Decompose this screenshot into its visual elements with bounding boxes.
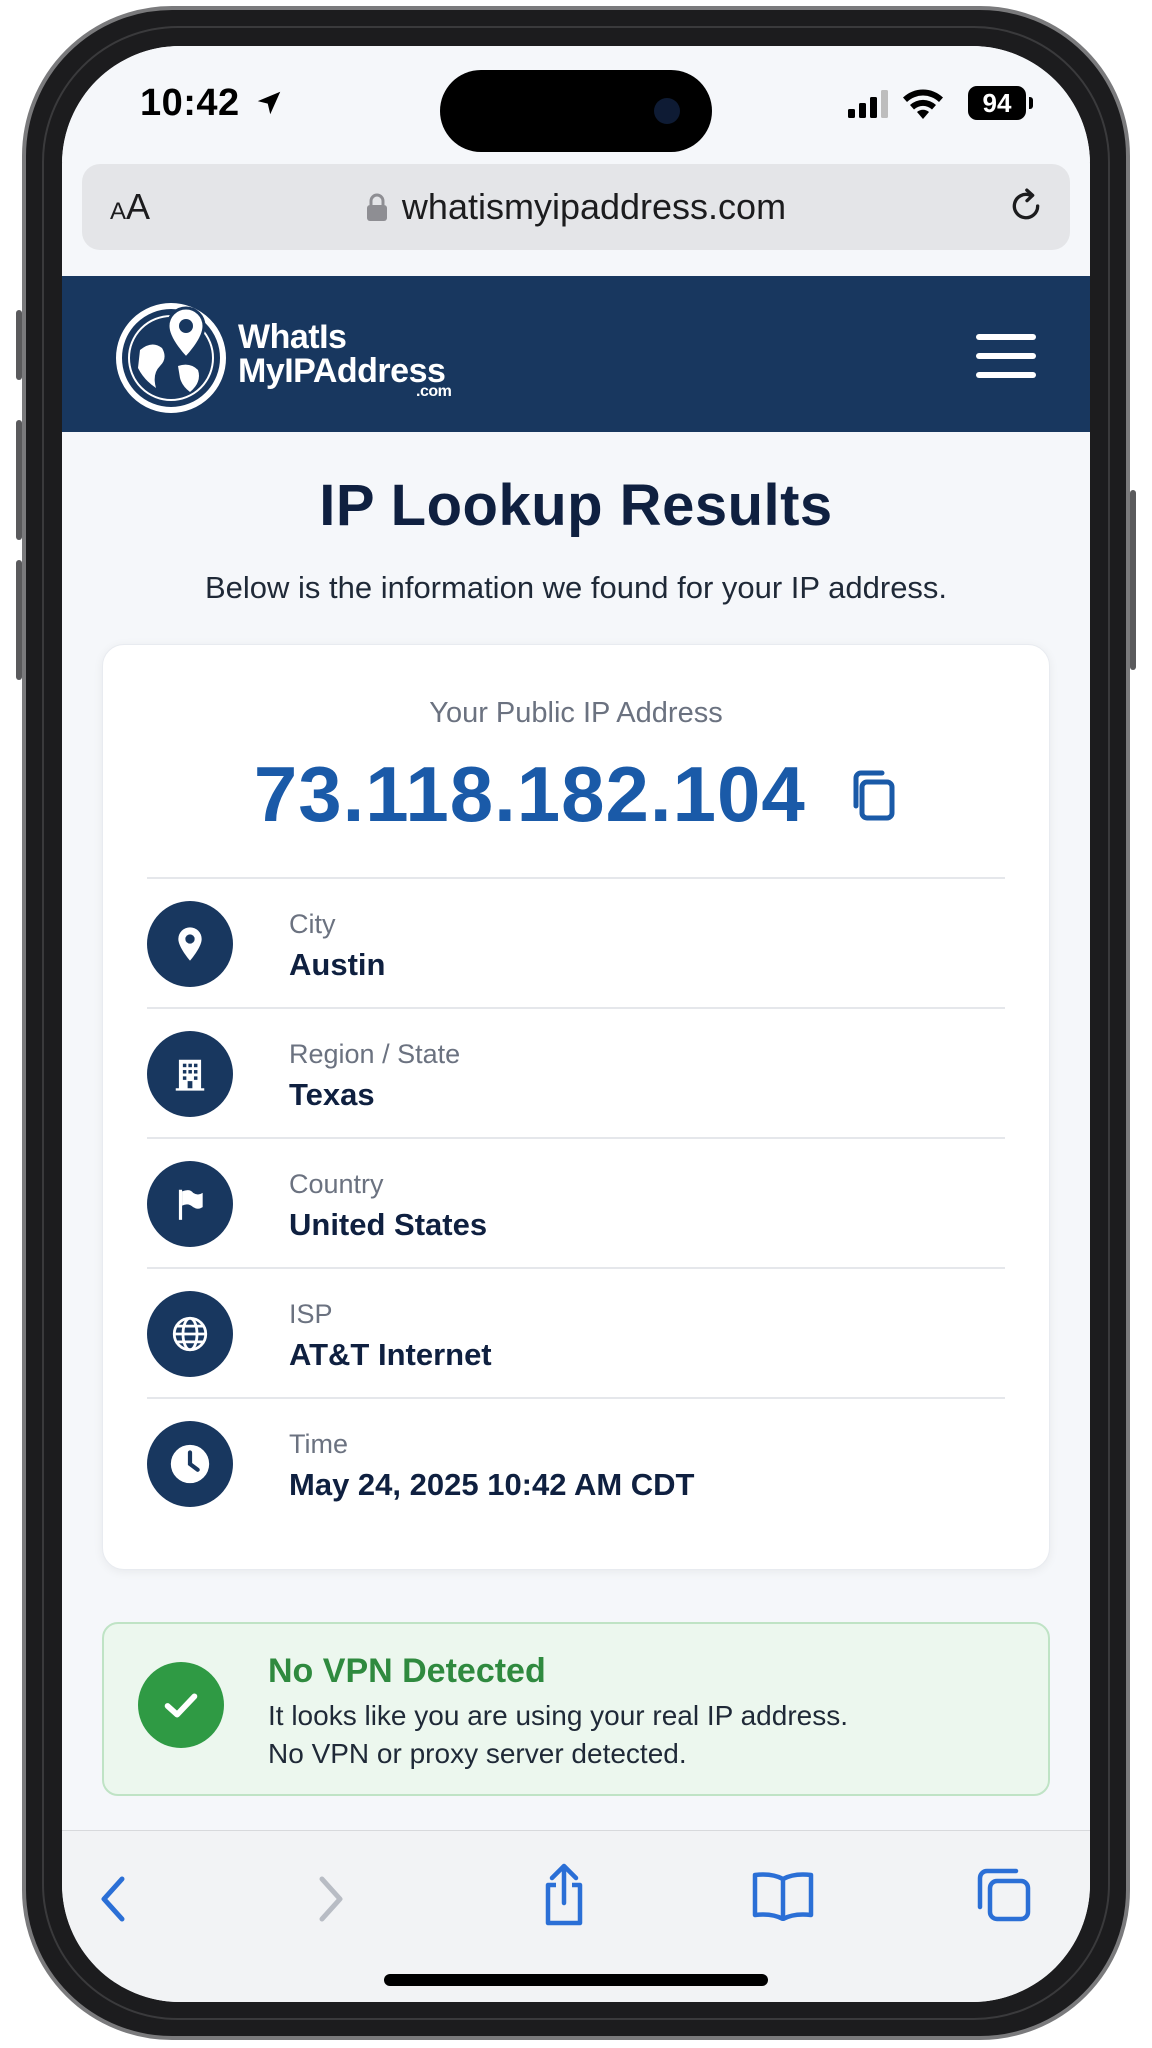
vpn-status-banner: No VPN Detected It looks like you are us… (102, 1622, 1050, 1796)
detail-label: City (289, 909, 336, 939)
back-chevron-icon[interactable] (92, 1869, 136, 1929)
logo-suffix: .com (416, 383, 452, 400)
ip-results-card: Your Public IP Address 73.118.182.104 Ci… (102, 644, 1050, 1570)
logo-globe-icon[interactable] (112, 296, 230, 414)
dynamic-island (440, 70, 712, 152)
site-logo[interactable]: WhatIs MyIPAddress .com (238, 318, 452, 400)
url-text: whatismyipaddress.com (401, 186, 787, 227)
home-indicator[interactable] (384, 1974, 768, 1986)
share-icon[interactable] (538, 1863, 590, 1927)
ip-address-value[interactable]: 73.118.182.104 (254, 750, 806, 838)
detail-row-country: Country United States (147, 1139, 1005, 1269)
building-icon (147, 1031, 233, 1117)
phone-screen: 10:42 94 AA whatismyipaddress.com WhatIs… (62, 46, 1090, 2002)
power-button (1130, 490, 1136, 670)
address-bar[interactable]: AA whatismyipaddress.com (82, 164, 1070, 250)
logo-line2: MyIPAddress (238, 352, 446, 390)
volume-down-button (16, 560, 22, 680)
cellular-signal-icon (848, 90, 888, 118)
vpn-status-title: No VPN Detected (268, 1652, 546, 1690)
wifi-icon (903, 89, 943, 119)
vpn-status-line1: It looks like you are using your real IP… (268, 1700, 849, 1731)
copy-icon[interactable] (850, 768, 898, 822)
detail-value: AT&T Internet (289, 1337, 492, 1372)
detail-row-isp: ISP AT&T Internet (147, 1269, 1005, 1399)
globe-icon (147, 1291, 233, 1377)
ip-address-row: 73.118.182.104 (103, 749, 1049, 840)
detail-label: Country (289, 1169, 384, 1199)
battery-icon: 94 (968, 86, 1033, 120)
status-time: 10:42 (140, 82, 240, 124)
ip-label: Your Public IP Address (429, 697, 723, 729)
vpn-status-line2: No VPN or proxy server detected. (268, 1738, 687, 1769)
page-subtitle: Below is the information we found for yo… (204, 570, 948, 605)
tabs-icon[interactable] (976, 1867, 1032, 1923)
detail-label: Time (289, 1429, 348, 1459)
detail-value: Texas (289, 1077, 375, 1112)
reload-icon[interactable] (1006, 186, 1046, 226)
hamburger-menu-icon[interactable] (976, 334, 1036, 378)
checkmark-icon (138, 1662, 224, 1748)
mute-switch (16, 310, 22, 380)
detail-row-region: Region / State Texas (147, 1009, 1005, 1139)
detail-label: ISP (289, 1299, 333, 1329)
clock-icon (147, 1421, 233, 1507)
flag-icon (147, 1161, 233, 1247)
detail-value: United States (289, 1207, 488, 1242)
bookmarks-icon[interactable] (752, 1869, 814, 1921)
lock-icon (366, 193, 387, 221)
detail-row-city: City Austin (147, 879, 1005, 1009)
url-field[interactable]: whatismyipaddress.com (82, 186, 1070, 228)
detail-value: May 24, 2025 10:42 AM CDT (289, 1467, 695, 1502)
detail-value: Austin (289, 947, 386, 982)
detail-row-time: Time May 24, 2025 10:42 AM CDT (147, 1399, 1005, 1529)
map-pin-icon (147, 901, 233, 987)
logo-line1: WhatIs (238, 318, 347, 356)
volume-up-button (16, 420, 22, 540)
forward-chevron-icon[interactable] (308, 1869, 352, 1929)
site-header: WhatIs MyIPAddress .com (62, 276, 1090, 432)
page-title: IP Lookup Results (319, 473, 833, 538)
detail-label: Region / State (289, 1039, 461, 1069)
location-arrow-icon (257, 91, 281, 115)
